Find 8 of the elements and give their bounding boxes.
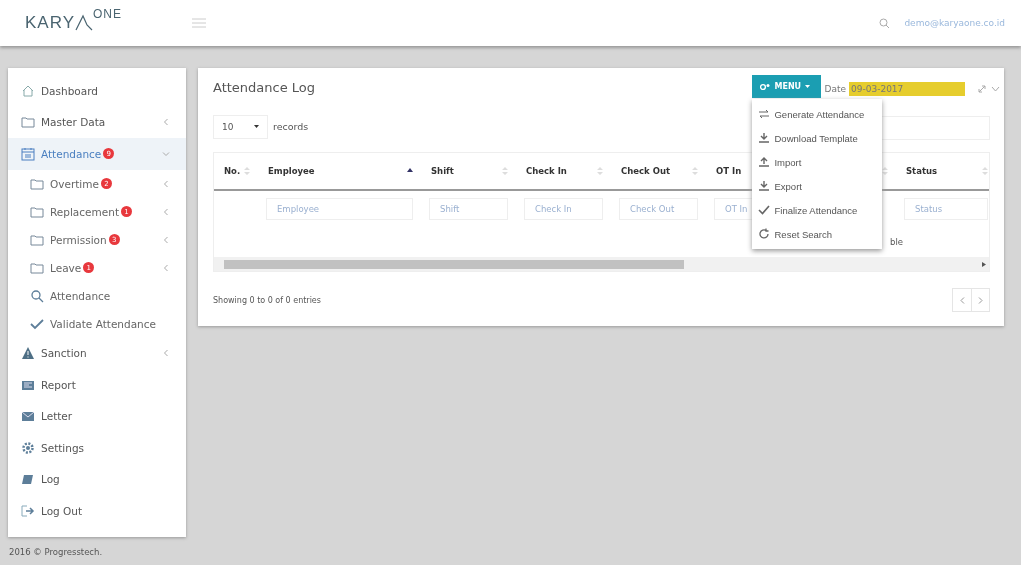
footer-text: 2016 © Progresstech. xyxy=(9,546,103,557)
logo-text: ONE xyxy=(93,7,122,21)
panel-title: Attendance Log xyxy=(213,80,316,95)
empty-message: ble xyxy=(890,237,903,247)
date-label: Date xyxy=(824,84,846,94)
entries-info: Showing 0 to 0 of 0 entries xyxy=(213,295,321,305)
logo-text: KARY xyxy=(25,13,75,33)
records-label: records xyxy=(273,121,309,132)
